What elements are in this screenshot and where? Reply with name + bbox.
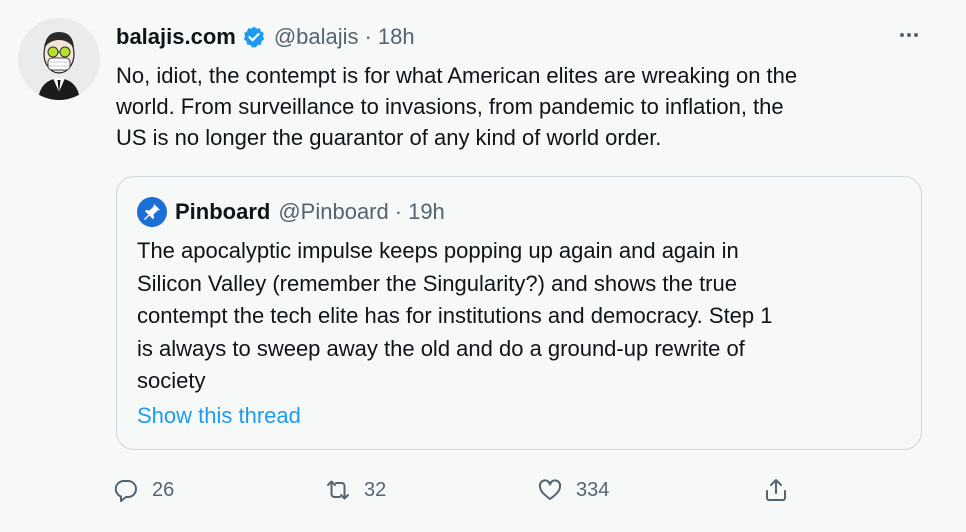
tweet-text: No, idiot, the contempt is for what Amer… bbox=[116, 60, 936, 153]
reply-button[interactable]: 26 bbox=[112, 472, 174, 508]
separator-dot: · bbox=[364, 24, 372, 49]
retweet-icon bbox=[324, 476, 352, 504]
share-button[interactable] bbox=[762, 472, 790, 508]
tweet-actions: 26 32 334 bbox=[112, 472, 812, 508]
quoted-tweet-text: The apocalyptic impulse keeps popping up… bbox=[137, 235, 897, 398]
tweet-text-line: world. From surveillance to invasions, f… bbox=[116, 94, 784, 119]
quoted-tweet-card[interactable]: Pinboard @Pinboard · 19h The apocalyptic… bbox=[116, 176, 922, 450]
quoted-text-line: contempt the tech elite has for institut… bbox=[137, 303, 773, 328]
quoted-tweet-timestamp[interactable]: 19h bbox=[408, 199, 445, 225]
tweet-header: balajis.com @balajis · 18h bbox=[116, 22, 415, 52]
author-handle[interactable]: @balajis bbox=[274, 24, 359, 50]
quoted-text-line: The apocalyptic impulse keeps popping up… bbox=[137, 238, 739, 263]
like-count: 334 bbox=[576, 478, 610, 501]
quoted-text-line: is always to sweep away the old and do a… bbox=[137, 335, 745, 361]
reply-count: 26 bbox=[152, 478, 175, 501]
retweet-count: 32 bbox=[364, 478, 387, 501]
separator-dot: · bbox=[394, 199, 403, 224]
like-button[interactable]: 334 bbox=[536, 472, 609, 508]
tweet-timestamp[interactable]: 18h bbox=[378, 24, 415, 50]
more-icon[interactable] bbox=[896, 22, 922, 48]
author-name[interactable]: balajis.com bbox=[116, 24, 236, 50]
pinboard-logo-icon bbox=[137, 197, 167, 227]
quoted-author-handle[interactable]: @Pinboard bbox=[278, 199, 388, 225]
tweet-text-line: US is no longer the guarantor of any kin… bbox=[116, 125, 662, 150]
verified-badge-icon bbox=[242, 25, 266, 49]
reply-icon bbox=[112, 476, 140, 504]
quoted-text-line: Silicon Valley (remember the Singularity… bbox=[137, 270, 737, 296]
show-thread-link[interactable]: Show this thread bbox=[137, 403, 301, 429]
quoted-author-name[interactable]: Pinboard bbox=[175, 199, 270, 225]
quoted-text-line: society bbox=[137, 368, 206, 393]
tweet-text-line: No, idiot, the contempt is for what Amer… bbox=[116, 63, 798, 88]
retweet-button[interactable]: 32 bbox=[324, 472, 386, 508]
author-avatar-image bbox=[18, 18, 100, 100]
share-icon bbox=[762, 476, 790, 504]
like-icon bbox=[536, 476, 564, 504]
author-avatar[interactable] bbox=[18, 18, 100, 100]
tweet[interactable]: balajis.com @balajis · 18h No, idiot, th… bbox=[0, 0, 966, 532]
quoted-tweet-header: Pinboard @Pinboard · 19h bbox=[137, 197, 445, 227]
